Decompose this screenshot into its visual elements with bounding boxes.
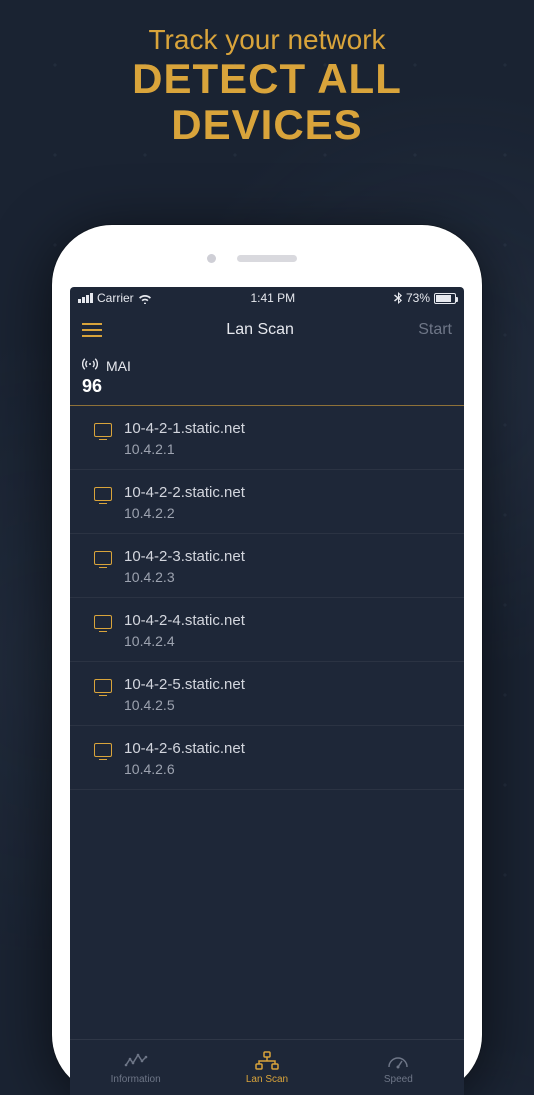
device-item[interactable]: 10-4-2-1.static.net 10.4.2.1 bbox=[70, 406, 464, 470]
device-item[interactable]: 10-4-2-4.static.net 10.4.2.4 bbox=[70, 598, 464, 662]
device-hostname: 10-4-2-2.static.net bbox=[124, 484, 245, 501]
bluetooth-icon bbox=[394, 292, 402, 304]
device-item[interactable]: 10-4-2-2.static.net 10.4.2.2 bbox=[70, 470, 464, 534]
device-item[interactable]: 10-4-2-5.static.net 10.4.2.5 bbox=[70, 662, 464, 726]
device-ip: 10.4.2.4 bbox=[124, 633, 245, 649]
device-ip: 10.4.2.3 bbox=[124, 569, 245, 585]
network-icon bbox=[255, 1051, 279, 1071]
broadcast-icon bbox=[82, 357, 98, 374]
monitor-icon bbox=[94, 423, 112, 437]
wifi-icon bbox=[138, 293, 152, 304]
device-item[interactable]: 10-4-2-3.static.net 10.4.2.3 bbox=[70, 534, 464, 598]
page-title: Lan Scan bbox=[226, 321, 294, 339]
tab-bar: Information Lan Scan Speed bbox=[70, 1039, 464, 1095]
gauge-icon bbox=[386, 1051, 410, 1071]
tab-speed[interactable]: Speed bbox=[333, 1040, 464, 1095]
device-ip: 10.4.2.6 bbox=[124, 761, 245, 777]
monitor-icon bbox=[94, 487, 112, 501]
signal-icon bbox=[78, 293, 93, 303]
tab-label: Lan Scan bbox=[246, 1074, 288, 1085]
battery-percent-label: 73% bbox=[406, 291, 430, 305]
device-ip: 10.4.2.5 bbox=[124, 697, 245, 713]
tab-lan-scan[interactable]: Lan Scan bbox=[201, 1040, 332, 1095]
monitor-icon bbox=[94, 679, 112, 693]
device-ip: 10.4.2.2 bbox=[124, 505, 245, 521]
activity-icon bbox=[124, 1051, 148, 1071]
promo-subtitle: Track your network bbox=[0, 24, 534, 56]
promo-header: Track your network DETECT ALL DEVICES bbox=[0, 0, 534, 148]
tab-information[interactable]: Information bbox=[70, 1040, 201, 1095]
monitor-icon bbox=[94, 615, 112, 629]
network-name: MAI bbox=[106, 358, 131, 374]
tab-label: Speed bbox=[384, 1074, 413, 1085]
device-hostname: 10-4-2-3.static.net bbox=[124, 548, 245, 565]
monitor-icon bbox=[94, 743, 112, 757]
phone-mockup: Carrier 1:41 PM 73% Lan Scan Start bbox=[52, 225, 482, 1095]
clock-label: 1:41 PM bbox=[250, 291, 295, 305]
status-bar: Carrier 1:41 PM 73% bbox=[70, 287, 464, 309]
battery-icon bbox=[434, 293, 456, 304]
tab-label: Information bbox=[111, 1074, 161, 1085]
promo-title-line1: DETECT ALL bbox=[0, 56, 534, 102]
device-hostname: 10-4-2-4.static.net bbox=[124, 612, 245, 629]
network-header: MAI 96 bbox=[70, 351, 464, 406]
menu-button[interactable] bbox=[82, 323, 102, 337]
start-button[interactable]: Start bbox=[418, 321, 452, 339]
device-hostname: 10-4-2-5.static.net bbox=[124, 676, 245, 693]
phone-screen: Carrier 1:41 PM 73% Lan Scan Start bbox=[70, 287, 464, 1095]
nav-bar: Lan Scan Start bbox=[70, 309, 464, 351]
carrier-label: Carrier bbox=[97, 291, 134, 305]
device-hostname: 10-4-2-6.static.net bbox=[124, 740, 245, 757]
device-list[interactable]: 10-4-2-1.static.net 10.4.2.1 10-4-2-2.st… bbox=[70, 406, 464, 1039]
promo-title-line2: DEVICES bbox=[0, 102, 534, 148]
monitor-icon bbox=[94, 551, 112, 565]
device-hostname: 10-4-2-1.static.net bbox=[124, 420, 245, 437]
device-count: 96 bbox=[82, 376, 452, 397]
device-item[interactable]: 10-4-2-6.static.net 10.4.2.6 bbox=[70, 726, 464, 790]
device-ip: 10.4.2.1 bbox=[124, 441, 245, 457]
